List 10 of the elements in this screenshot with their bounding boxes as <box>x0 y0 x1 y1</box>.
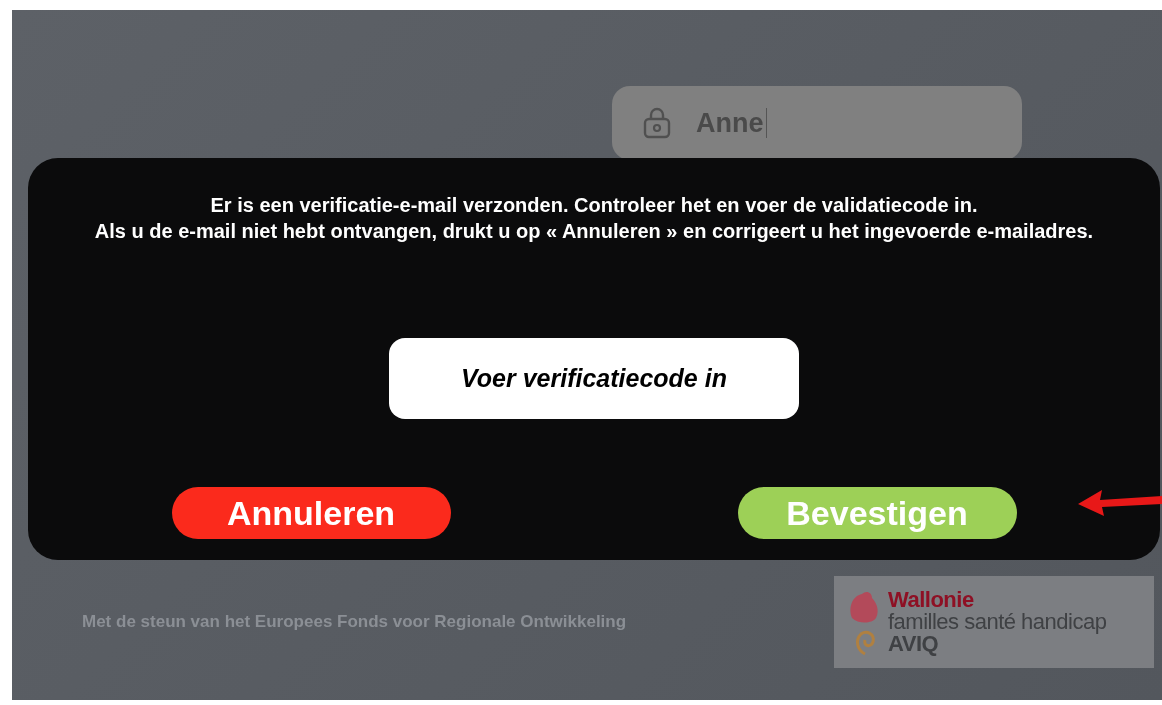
dialog-message: Er is een verificatie-e-mail verzonden. Controleer het en voer de validatiecode in. <box>210 193 978 218</box>
dialog-message: Als u de e-mail niet hebt ontvangen, drukt u op « Annuleren » en corrigeert u het ingevoerde e-mailadres. <box>94 219 1094 244</box>
cancel-button[interactable]: Annuleren <box>171 487 451 539</box>
swirl-icon <box>853 628 877 656</box>
logo-text: AVIQ <box>888 633 940 655</box>
verification-code-field[interactable]: Voer verificatiecode in <box>389 338 799 419</box>
logo-text: familles santé handicap <box>888 611 1107 633</box>
logo-text: Wallonie <box>888 589 975 611</box>
lock-icon <box>642 107 672 139</box>
confirm-button[interactable]: Bevestigen <box>737 487 1017 539</box>
